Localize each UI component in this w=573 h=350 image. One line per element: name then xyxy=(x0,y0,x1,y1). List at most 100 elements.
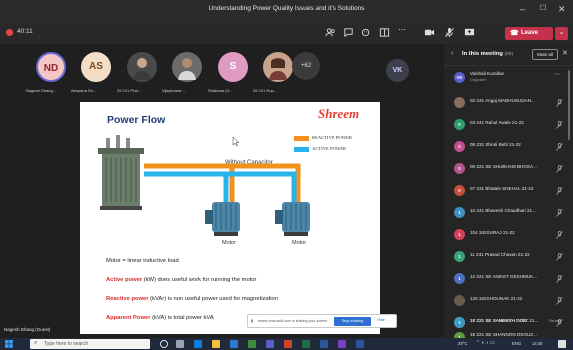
more-options-icon[interactable]: ⋯ xyxy=(554,71,560,78)
mic-muted-icon xyxy=(556,99,563,107)
hide-notification-link[interactable]: Hide xyxy=(377,318,385,322)
shared-content-stage: Power Flow Shreem REACTIVE POWER ACTIVE … xyxy=(0,102,444,338)
avatar-photo xyxy=(263,52,293,82)
excel-icon[interactable] xyxy=(302,340,310,348)
on-hold-status: On hold xyxy=(549,319,562,323)
avatar: S xyxy=(218,52,248,82)
taskbar-search-box[interactable]: ⌕ Type here to search xyxy=(30,339,150,349)
participant-row[interactable]: 1 10 241 Bhavesh Chaudhari 21... xyxy=(444,203,569,225)
teams-icon[interactable] xyxy=(266,340,274,348)
reactions-icon[interactable] xyxy=(361,27,372,38)
mic-muted-icon xyxy=(556,275,563,283)
leave-options-chevron[interactable]: ⌄ xyxy=(555,27,568,40)
stop-sharing-button[interactable]: Stop sharing xyxy=(334,317,371,326)
minimize-button[interactable]: – xyxy=(520,4,525,14)
share-notification-text: teams.microsoft.com is sharing your scre… xyxy=(258,319,329,323)
tray-icons[interactable]: ⌃ ◐ ♪ ▭ xyxy=(476,340,495,346)
clock[interactable]: 14:40 xyxy=(532,341,542,346)
participant-row[interactable]: 1 11 241 Prasad Chavan 21-22 xyxy=(444,247,569,269)
participant-name: Vijaykumar ... xyxy=(162,88,187,93)
app-icon[interactable] xyxy=(338,340,346,348)
motor-label-1: Motor xyxy=(222,240,237,246)
participant-name: 05 231 Shruti Betti 21-22 xyxy=(470,142,521,147)
participant-row[interactable]: 02 231 Angaj MADHUSUDAN... xyxy=(444,93,569,115)
rooms-icon[interactable] xyxy=(379,27,390,38)
slide-line-1: Motor = linear inductive load xyxy=(106,258,179,264)
participant-name: 11 241 Prasad Chavan 21-22 xyxy=(470,252,530,257)
weather-temp[interactable]: 29°C xyxy=(458,341,467,346)
participant-row[interactable]: 0 05 231 Shruti Betti 21-22 xyxy=(444,137,569,159)
participant-name: 125 342SHOUNAK 21-22 xyxy=(470,296,523,301)
slide-line-4: Apparent Power (kVA) is total power kVA xyxy=(106,315,214,321)
mute-all-button[interactable]: Mute all xyxy=(532,49,558,60)
apparent-power-term: Apparent Power xyxy=(106,315,151,321)
file-explorer-icon[interactable] xyxy=(212,340,220,348)
participant-row[interactable]: 0 03 241 Rahul Awale 21-22 xyxy=(444,115,569,137)
avatar xyxy=(454,97,465,108)
avatar: AS xyxy=(81,52,111,82)
avatar: 0 xyxy=(454,141,465,152)
presenter-name: Nagesh Dhang (Guest) xyxy=(4,327,51,332)
title-bar: Understanding Power Quality Issues and i… xyxy=(0,0,573,22)
more-actions-icon[interactable]: ⋯ xyxy=(398,25,409,36)
more-participants-button[interactable]: +62 xyxy=(292,52,320,80)
participant-name: 03 241 Rahul Awale 21-22 xyxy=(470,120,524,125)
camera-icon[interactable] xyxy=(424,27,435,38)
avatar: 1 xyxy=(454,229,465,240)
participant-name: 18 221 SE SHANNON DSOUZ... xyxy=(470,332,537,337)
participant-row[interactable]: 0 06 221 SE SHUBHAM BHOSA... xyxy=(444,159,569,181)
participant-name: 26 241 Rup... xyxy=(253,88,278,93)
participant-name: Vaishali Kuralkar xyxy=(470,71,505,76)
edge-icon[interactable] xyxy=(194,340,202,348)
word-doc-icon[interactable] xyxy=(356,340,364,348)
screen-share-notification: ▮ teams.microsoft.com is sharing your sc… xyxy=(247,314,397,328)
participant-tile[interactable]: Vijaykumar ... xyxy=(162,52,214,100)
language-indicator[interactable]: ENG xyxy=(512,341,521,346)
chat-icon[interactable] xyxy=(343,27,354,38)
leave-button[interactable]: ☎ Leave xyxy=(505,27,553,40)
mic-muted-icon xyxy=(556,165,563,173)
close-button[interactable]: ✕ xyxy=(558,4,566,14)
powerpoint-icon[interactable] xyxy=(284,340,292,348)
reactive-power-term: Reactive power xyxy=(106,296,149,302)
cortana-icon[interactable] xyxy=(160,340,168,348)
avatar: 1 xyxy=(454,251,465,262)
transformer-icon xyxy=(98,135,144,210)
participant-row[interactable]: 1 12 221 SE ANIKET DESHMUK... xyxy=(444,269,569,291)
participant-name: Ashpana Sh... xyxy=(71,88,97,93)
search-icon: ⌕ xyxy=(34,340,38,346)
motor-icon-1 xyxy=(205,202,240,236)
avatar: ND xyxy=(36,52,66,82)
participant-row[interactable]: VK Vaishali Kuralkar Organizer ⋯ xyxy=(444,68,569,90)
panel-title-text: In this meeting xyxy=(462,51,503,57)
participant-row[interactable]: 125 342SHOUNAK 21-22 xyxy=(444,291,569,313)
notification-center-icon[interactable] xyxy=(558,340,566,348)
window-title: Understanding Power Quality Issues and i… xyxy=(208,5,365,12)
mic-muted-icon xyxy=(556,187,563,195)
mic-muted-icon xyxy=(556,297,563,305)
motor-icon-2 xyxy=(275,202,310,236)
participant-tile[interactable]: AS Ashpana Sh... xyxy=(71,52,123,100)
mic-muted-icon xyxy=(556,209,563,217)
back-chevron-icon[interactable]: ‹ xyxy=(451,50,453,57)
store-icon[interactable] xyxy=(248,340,256,348)
avatar-photo xyxy=(172,52,202,82)
participant-name: 17 221 SE SANDESH DON... xyxy=(470,318,531,323)
participant-name: 06 221 SE SHUBHAM BHOSA... xyxy=(470,164,537,169)
participant-row[interactable]: 0 07 231 Bhatale SNEHAL 21-22 xyxy=(444,181,569,203)
microphone-icon[interactable] xyxy=(444,27,455,38)
apparent-power-desc: (kVA) is total power kVA xyxy=(150,315,214,321)
mail-icon[interactable] xyxy=(230,340,238,348)
task-view-icon[interactable] xyxy=(176,340,184,348)
close-panel-icon[interactable]: ✕ xyxy=(562,49,568,57)
panel-header: ‹ In this meeting (69) Mute all ✕ xyxy=(444,44,573,66)
people-icon[interactable] xyxy=(325,27,336,38)
windows-start-icon[interactable] xyxy=(5,340,13,348)
teams-window: Understanding Power Quality Issues and i… xyxy=(0,0,573,350)
maximize-button[interactable]: ☐ xyxy=(540,4,546,14)
share-screen-icon[interactable] xyxy=(464,27,475,38)
word-icon[interactable] xyxy=(320,340,328,348)
participant-name: 10 241 Bhavesh Chaudhari 21... xyxy=(470,208,536,213)
participant-row[interactable]: 1 104 342SURAJ 21-22 xyxy=(444,225,569,247)
participant-role: Organizer xyxy=(470,78,487,82)
